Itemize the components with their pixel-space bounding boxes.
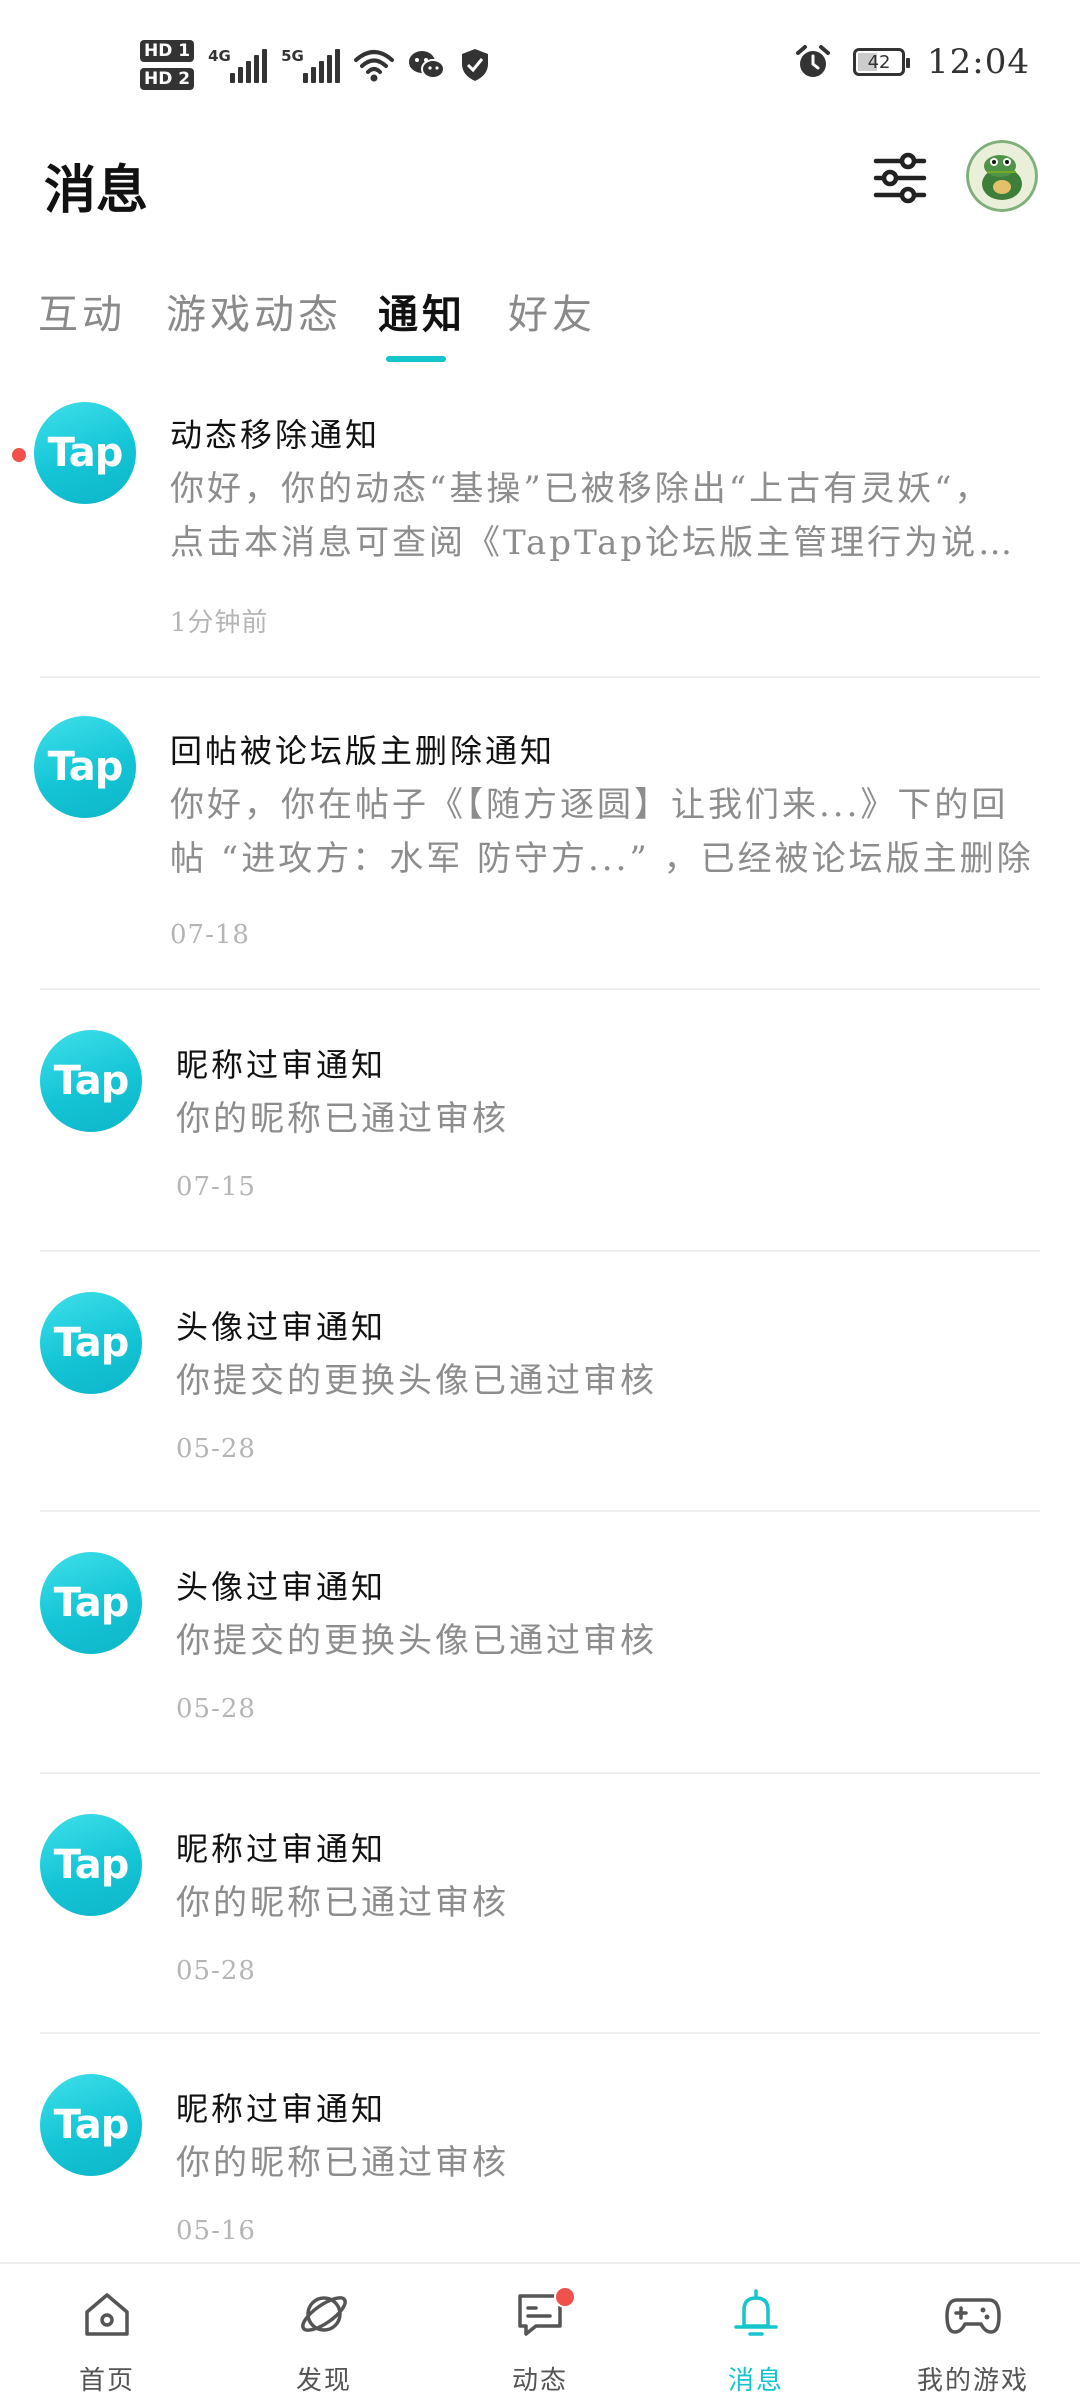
notification-body-line: 你的昵称已通过审核 [176, 2143, 509, 2183]
notification-time: 07-18 [170, 920, 250, 950]
logo-text: Tap [53, 1320, 130, 1366]
nav-label: 动态 [511, 2366, 568, 2396]
page-title: 消息 [44, 161, 149, 221]
notification-body: 你提交的更换头像已通过审核 [176, 1354, 1080, 1408]
notification-time: 07-15 [176, 1172, 256, 1202]
taptap-logo-icon: Tap [40, 1814, 142, 1916]
tab-friends[interactable]: 好友 [508, 282, 596, 340]
nav-messages[interactable]: 消息 [676, 2264, 836, 2402]
notification-item[interactable]: Tap 昵称过审通知 你的昵称已通过审核 05-16 [0, 2034, 1080, 2262]
wifi-icon [354, 50, 395, 82]
avatar-image-icon [966, 140, 1038, 212]
nav-discover[interactable]: 发现 [244, 2264, 404, 2402]
planet-icon [301, 2296, 347, 2332]
shield-icon [462, 49, 489, 81]
notification-title: 昵称过审通知 [176, 1830, 387, 1868]
notification-body-line: 点击本消息可查阅《TapTap论坛版主管理行为说明》 [170, 523, 1042, 563]
notification-item[interactable]: Tap 头像过审通知 你提交的更换头像已通过审核 05-28 [0, 1512, 1080, 1774]
nav-my-games[interactable]: 我的游戏 [893, 2264, 1053, 2402]
signal-icon-sim1: 4G [208, 47, 268, 83]
hd-indicators: HD 1 HD 2 [140, 40, 195, 90]
notification-item[interactable]: Tap 动态移除通知 你好，你的动态“基操”已被移除出“上古有灵妖“， 点击本消… [0, 370, 1080, 678]
nav-label: 我的游戏 [916, 2366, 1029, 2396]
notification-item[interactable]: Tap 回帖被论坛版主删除通知 你好，你在帖子《【随方逐圆】让我们来...》下的… [0, 678, 1080, 990]
network-type-label: 4G [208, 47, 231, 65]
status-clock: 12:04 [927, 42, 1030, 82]
signal-icon-sim2: 5G [281, 47, 341, 83]
battery-icon: 42 [853, 48, 911, 76]
logo-text: Tap [53, 1580, 130, 1626]
nav-label: 消息 [727, 2366, 784, 2396]
notification-title: 头像过审通知 [176, 1308, 387, 1346]
taptap-logo-icon: Tap [34, 716, 136, 818]
notification-time: 05-16 [176, 2216, 256, 2246]
logo-text: Tap [53, 2102, 130, 2148]
hd2-label: HD 2 [140, 68, 195, 90]
tab-game-updates[interactable]: 游戏动态 [166, 282, 342, 340]
status-left-icons: HD 1 HD 2 4G 5G [140, 30, 490, 100]
notification-title: 昵称过审通知 [176, 1046, 387, 1084]
notification-title: 昵称过审通知 [176, 2090, 387, 2128]
taptap-logo-icon: Tap [40, 1030, 142, 1132]
taptap-logo-icon: Tap [40, 2074, 142, 2176]
notification-title: 头像过审通知 [176, 1568, 387, 1606]
notification-body: 你的昵称已通过审核 [176, 1092, 1080, 1146]
app-header: 消息 [0, 130, 1080, 240]
taptap-logo-icon: Tap [34, 402, 136, 504]
logo-text: Tap [47, 430, 124, 476]
notification-body-line: 你提交的更换头像已通过审核 [176, 1361, 657, 1401]
nav-feed[interactable]: 动态 [460, 2264, 620, 2402]
tab-interaction[interactable]: 互动 [38, 282, 126, 340]
notification-time: 05-28 [176, 1434, 256, 1464]
filter-settings-button[interactable] [870, 148, 930, 208]
unread-dot [12, 448, 26, 462]
notification-body: 你提交的更换头像已通过审核 [176, 1614, 1080, 1668]
notification-title: 动态移除通知 [170, 416, 381, 454]
nav-label: 首页 [78, 2366, 135, 2396]
active-tab-indicator [386, 356, 446, 362]
logo-text: Tap [53, 1058, 130, 1104]
notification-time: 1分钟前 [170, 608, 269, 638]
feed-badge-dot [554, 2286, 576, 2308]
notification-item[interactable]: Tap 头像过审通知 你提交的更换头像已通过审核 05-28 [0, 1252, 1080, 1512]
sliders-icon [873, 152, 927, 204]
notification-body-line: 你提交的更换头像已通过审核 [176, 1621, 657, 1661]
notification-body-line: 你的昵称已通过审核 [176, 1099, 509, 1139]
nav-home[interactable]: 首页 [27, 2264, 187, 2402]
user-avatar[interactable] [966, 140, 1038, 212]
gamepad-icon [945, 2298, 1001, 2334]
notification-body-line: 你的昵称已通过审核 [176, 1883, 509, 1923]
tab-notifications[interactable]: 通知 [378, 282, 466, 340]
message-tabs: 互动 游戏动态 通知 好友 [0, 268, 1080, 368]
taptap-logo-icon: Tap [40, 1552, 142, 1654]
hd1-label: HD 1 [140, 40, 195, 62]
nav-label: 发现 [295, 2366, 352, 2396]
logo-text: Tap [53, 1842, 130, 1888]
notification-title: 回帖被论坛版主删除通知 [170, 732, 556, 770]
bottom-navigation: 首页 发现 动态 消息 我的游戏 [0, 2262, 1080, 2402]
notification-body-line: 你好，你在帖子《【随方逐圆】让我们来...》下的回 [170, 785, 1009, 825]
logo-text: Tap [47, 744, 124, 790]
taptap-logo-icon: Tap [40, 1292, 142, 1394]
battery-level-text: 42 [867, 51, 891, 73]
notification-body: 你好，你在帖子《【随方逐圆】让我们来...》下的回 帖 “进攻方：水军 防守方.… [170, 778, 1080, 886]
notification-body: 你的昵称已通过审核 [176, 2136, 1080, 2190]
notification-item[interactable]: Tap 昵称过审通知 你的昵称已通过审核 07-15 [0, 990, 1080, 1252]
status-right-icons: 42 12:04 [795, 42, 1030, 82]
bell-icon [734, 2289, 778, 2336]
home-icon [85, 2293, 129, 2336]
notification-item[interactable]: Tap 昵称过审通知 你的昵称已通过审核 05-28 [0, 1774, 1080, 2034]
alarm-icon [796, 45, 831, 77]
notification-body: 你好，你的动态“基操”已被移除出“上古有灵妖“， 点击本消息可查阅《TapTap… [170, 462, 1080, 570]
wechat-icon [409, 51, 446, 79]
notification-time: 05-28 [176, 1694, 256, 1724]
notification-body-line: 你好，你的动态“基操”已被移除出“上古有灵妖“， [170, 469, 992, 509]
notification-time: 05-28 [176, 1956, 256, 1986]
notification-body-line: 帖 “进攻方：水军 防守方...” ，已经被论坛版主删除 [170, 839, 1034, 879]
notification-body: 你的昵称已通过审核 [176, 1876, 1080, 1930]
network-type-label: 5G [281, 47, 304, 65]
status-bar: HD 1 HD 2 4G 5G 42 12:04 [0, 0, 1080, 130]
